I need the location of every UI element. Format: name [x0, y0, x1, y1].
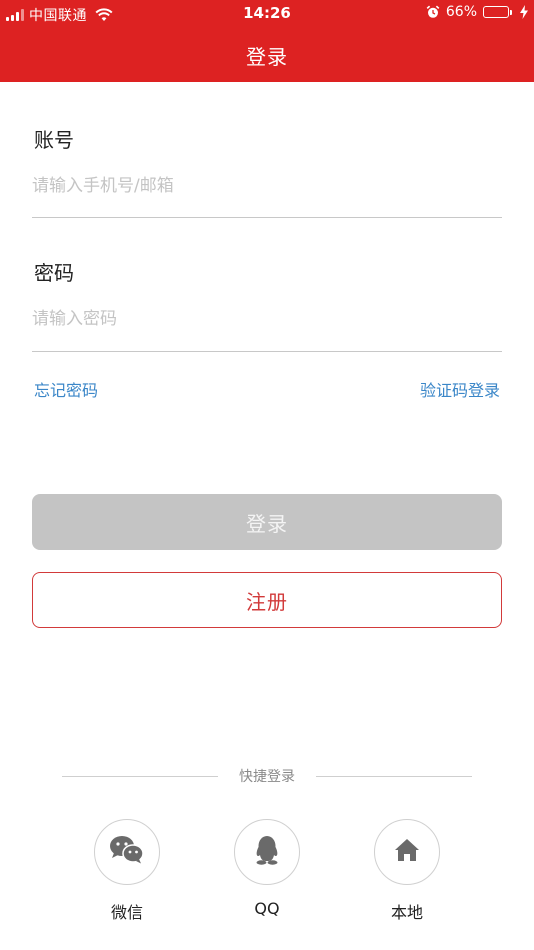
status-bar: 中国联通 14:26 66%	[0, 0, 534, 28]
forgot-password-link[interactable]: 忘记密码	[34, 377, 98, 401]
status-right: 66%	[426, 4, 528, 20]
qq-icon	[253, 834, 281, 870]
quick-login-wechat[interactable]: 微信	[94, 819, 160, 923]
page-title: 登录	[246, 44, 288, 69]
quick-login-local[interactable]: 本地	[374, 819, 440, 923]
password-underline	[32, 351, 502, 352]
login-screen: 中国联通 14:26 66% 登录 账号 请输入手机号/邮箱 密码 忘记密码 验…	[0, 0, 534, 950]
account-label: 账号	[34, 128, 74, 152]
login-button-label: 登录	[246, 511, 288, 536]
local-label: 本地	[390, 903, 423, 922]
login-button[interactable]: 登录	[32, 494, 502, 550]
nav-bar: 登录	[0, 28, 534, 82]
password-input[interactable]	[32, 300, 502, 338]
account-input[interactable]	[32, 167, 502, 205]
qq-label: QQ	[254, 899, 280, 918]
charging-icon	[520, 5, 528, 19]
quick-login-qq[interactable]: QQ	[234, 819, 300, 918]
password-label: 密码	[34, 261, 74, 285]
battery-icon	[483, 6, 512, 18]
alarm-icon	[426, 5, 440, 19]
register-button-label: 注册	[246, 589, 288, 614]
battery-percent: 66%	[445, 4, 477, 20]
qq-button[interactable]	[234, 819, 300, 885]
account-underline	[32, 217, 502, 218]
local-button[interactable]	[374, 819, 440, 885]
home-icon	[394, 838, 420, 866]
register-button[interactable]: 注册	[32, 572, 502, 628]
quick-login-divider-right	[316, 776, 472, 777]
code-login-link[interactable]: 验证码登录	[420, 377, 500, 401]
wechat-label: 微信	[110, 903, 143, 922]
wechat-icon	[109, 835, 145, 869]
wechat-button[interactable]	[94, 819, 160, 885]
